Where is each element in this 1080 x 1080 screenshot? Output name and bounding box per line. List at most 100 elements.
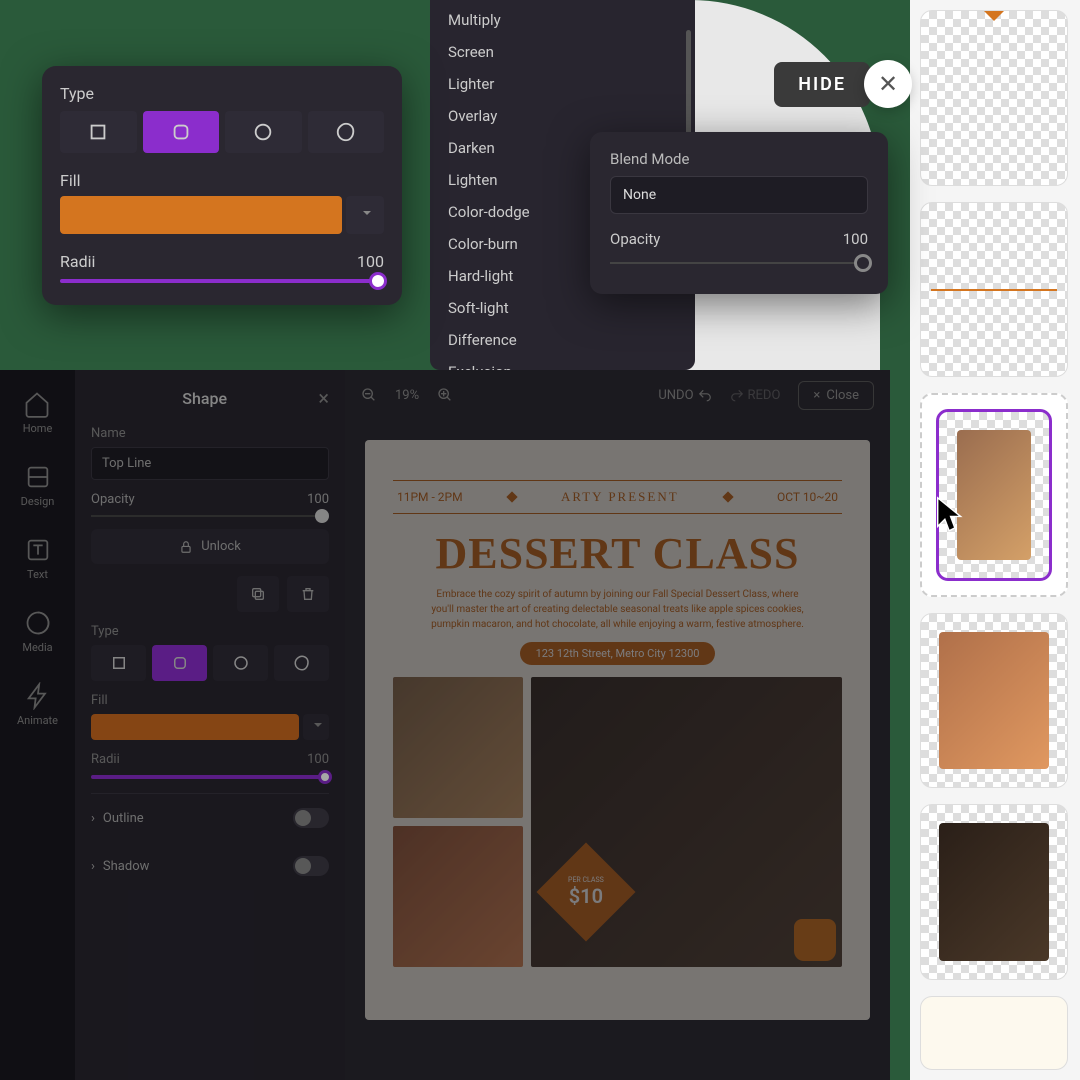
price-badge: PER CLASS $10 <box>537 843 636 942</box>
shape-type-circle[interactable] <box>213 645 268 681</box>
undo-button[interactable]: UNDO <box>658 388 711 403</box>
blend-mode-select[interactable]: None <box>610 176 868 214</box>
blend-option-difference[interactable]: Difference <box>430 324 695 356</box>
floating-type-panel: Type Fill Radii 100 <box>42 66 402 305</box>
nav-animate[interactable]: Animate <box>17 682 58 727</box>
doc-time: 11PM - 2PM <box>397 490 463 504</box>
blend-opacity-value: 100 <box>843 230 868 248</box>
close-icon: ✕ <box>878 70 898 98</box>
price-amount: $10 <box>568 884 604 908</box>
float-fill-swatch[interactable] <box>60 196 342 234</box>
nav-media[interactable]: Media <box>22 609 52 654</box>
unlock-label: Unlock <box>201 539 241 554</box>
duplicate-button[interactable] <box>237 576 279 612</box>
layer-thumb-1[interactable] <box>920 10 1068 186</box>
blend-mode-panel: Blend Mode None Opacity 100 <box>590 132 888 294</box>
doc-header: 11PM - 2PM ARTY PRESENT OCT 10~20 <box>393 480 842 514</box>
hide-close-button[interactable]: ✕ <box>864 60 912 108</box>
lock-icon <box>179 540 193 554</box>
close-icon: × <box>813 388 820 403</box>
close-label: Close <box>826 388 859 403</box>
fill-dropdown[interactable] <box>303 714 329 740</box>
redo-icon <box>730 388 744 402</box>
rounded-square-icon <box>171 654 189 672</box>
blend-option-lighter[interactable]: Lighter <box>430 68 695 100</box>
name-input[interactable] <box>91 447 329 480</box>
square-icon <box>87 121 109 143</box>
canvas-document[interactable]: 11PM - 2PM ARTY PRESENT OCT 10~20 DESSER… <box>365 440 870 1020</box>
doc-title: DESSERT CLASS <box>393 528 842 579</box>
doc-image-grid: PER CLASS $10 <box>393 677 842 967</box>
close-panel-icon[interactable]: × <box>318 386 329 410</box>
zoom-out-icon[interactable] <box>361 387 377 403</box>
shadow-toggle[interactable] <box>293 856 329 876</box>
nav-text-label: Text <box>27 568 48 581</box>
square-icon <box>110 654 128 672</box>
nav-text[interactable]: Text <box>24 536 52 581</box>
blend-option-soft-light[interactable]: Soft-light <box>430 292 695 324</box>
float-fill-dropdown[interactable] <box>346 196 384 234</box>
outline-label: Outline <box>103 811 144 826</box>
editor-main: Home Design Text Media Animate Shape × N… <box>0 370 890 1080</box>
close-button[interactable]: × Close <box>798 381 874 410</box>
layer-thumb-4[interactable] <box>920 613 1068 789</box>
type-label: Type <box>91 624 329 639</box>
layer-thumb-2[interactable] <box>920 202 1068 378</box>
zoom-value: 19% <box>395 388 419 403</box>
outline-section[interactable]: ›Outline <box>91 793 329 842</box>
media-icon <box>24 609 52 637</box>
float-radii-label: Radii <box>60 252 95 271</box>
shape-type-rounded[interactable] <box>152 645 207 681</box>
unlock-button[interactable]: Unlock <box>91 529 329 564</box>
redo-button[interactable]: REDO <box>730 388 781 403</box>
blend-option-screen[interactable]: Screen <box>430 36 695 68</box>
layer-thumb-6[interactable] <box>920 996 1068 1070</box>
blend-option-exclusion[interactable]: Exclusion <box>430 356 695 370</box>
fill-color-swatch[interactable] <box>91 714 299 740</box>
blend-opacity-slider[interactable] <box>610 262 868 264</box>
shape-properties-panel: Shape × Name Opacity 100 Unlock Type <box>75 370 345 1080</box>
float-shape-blob[interactable] <box>308 111 385 153</box>
photo-thumb <box>939 823 1049 961</box>
zoom-in-icon[interactable] <box>437 387 453 403</box>
blob-icon <box>335 121 357 143</box>
undo-icon <box>698 388 712 402</box>
chevron-down-icon <box>363 211 371 219</box>
delete-button[interactable] <box>287 576 329 612</box>
layer-thumb-5[interactable] <box>920 804 1068 980</box>
nav-design[interactable]: Design <box>21 463 55 508</box>
price-per-label: PER CLASS <box>568 876 604 884</box>
design-icon <box>24 463 52 491</box>
float-shape-square[interactable] <box>60 111 137 153</box>
blend-option-multiply[interactable]: Multiply <box>430 4 695 36</box>
nav-media-label: Media <box>22 641 52 654</box>
chevron-right-icon: › <box>91 859 95 874</box>
float-shape-rounded[interactable] <box>143 111 220 153</box>
fill-label: Fill <box>91 693 329 708</box>
panel-title: Shape <box>91 389 318 408</box>
float-radii-value: 100 <box>357 252 384 271</box>
radii-slider[interactable] <box>91 775 329 779</box>
outline-toggle[interactable] <box>293 808 329 828</box>
float-radii-slider[interactable] <box>60 279 384 283</box>
opacity-slider[interactable] <box>91 515 329 517</box>
nav-home[interactable]: Home <box>23 390 53 435</box>
radii-label: Radii <box>91 752 120 767</box>
doc-address: 123 12th Street, Metro City 12300 <box>393 642 842 661</box>
doc-subtitle: ARTY PRESENT <box>561 489 679 505</box>
shadow-section[interactable]: ›Shadow <box>91 842 329 890</box>
opacity-value: 100 <box>307 492 329 507</box>
animate-icon <box>24 682 52 710</box>
cursor-icon <box>934 495 970 535</box>
triangle-shape <box>944 10 1044 71</box>
nav-animate-label: Animate <box>17 714 58 727</box>
opacity-label: Opacity <box>91 492 135 507</box>
hide-button[interactable]: HIDE <box>774 62 870 107</box>
blend-option-overlay[interactable]: Overlay <box>430 100 695 132</box>
float-shape-circle[interactable] <box>225 111 302 153</box>
shape-type-blob[interactable] <box>274 645 329 681</box>
doc-image-drink: PER CLASS $10 <box>531 677 842 967</box>
copy-icon <box>250 586 266 602</box>
pumpkin-icon <box>794 919 836 961</box>
shape-type-square[interactable] <box>91 645 146 681</box>
